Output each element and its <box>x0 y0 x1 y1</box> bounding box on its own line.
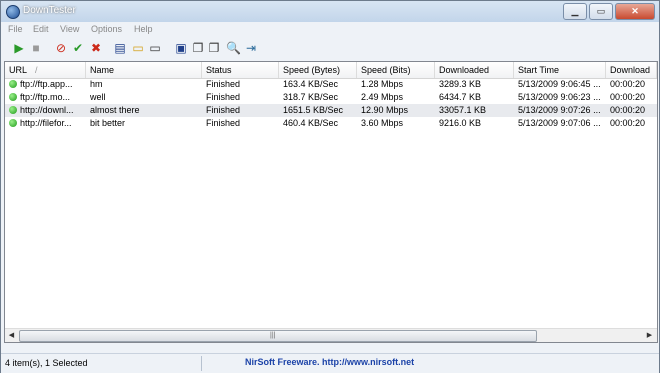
column-header-downloaded[interactable]: Downloaded <box>435 62 514 78</box>
cell-start: 5/13/2009 9:07:26 ... <box>518 105 601 115</box>
column-header-speed-bytes[interactable]: Speed (Bytes) <box>279 62 357 78</box>
menu-bar: File Edit View Options Help <box>1 22 659 38</box>
menu-file[interactable]: File <box>8 24 23 34</box>
table-row[interactable]: http://filefor... bit better Finished 460.4… <box>5 117 657 130</box>
cell-url: http://downl... <box>5 104 86 117</box>
copy-icon[interactable]: ❐ <box>191 41 205 55</box>
scroll-right-icon[interactable]: ▶ <box>643 329 656 342</box>
cell-status: Finished <box>206 92 241 102</box>
scroll-thumb[interactable]: ||| <box>19 330 537 342</box>
cell-speed-bytes: 1651.5 KB/Sec <box>283 105 344 115</box>
list-header: URL / Name Status Speed (Bytes) Speed (Bi… <box>5 62 657 79</box>
horizontal-scrollbar[interactable]: ◀ ||| ▶ <box>5 328 657 342</box>
cell-speed-bytes: 163.4 KB/Sec <box>283 79 339 89</box>
column-header-status[interactable]: Status <box>202 62 279 78</box>
url-text: http://downl... <box>20 105 74 115</box>
cell-downloaded: 6434.7 KB <box>439 92 482 102</box>
downloads-list[interactable]: URL / Name Status Speed (Bytes) Speed (Bi… <box>4 61 658 343</box>
folder-icon[interactable]: ▭ <box>131 41 145 55</box>
cell-status: Finished <box>206 79 241 89</box>
cell-downloaded: 3289.3 KB <box>439 79 482 89</box>
menu-options[interactable]: Options <box>91 24 122 34</box>
status-dot-icon <box>9 106 17 114</box>
table-row[interactable]: http://downl... almost there Finished 1651.… <box>5 104 657 117</box>
column-header-download[interactable]: Download <box>606 62 657 78</box>
app-window: DownTester ▁ ▭ ✕ File Edit View Options … <box>0 0 660 373</box>
menu-view[interactable]: View <box>60 24 79 34</box>
cell-start: 5/13/2009 9:07:06 ... <box>518 118 601 128</box>
title-bar[interactable]: DownTester ▁ ▭ ✕ <box>1 1 659 22</box>
maximize-button[interactable]: ▭ <box>589 3 613 20</box>
cell-speed-bits: 3.60 Mbps <box>361 118 404 128</box>
scroll-left-icon[interactable]: ◀ <box>5 329 18 342</box>
cancel-icon[interactable]: ⊘ <box>54 41 68 55</box>
column-header-speed-bits[interactable]: Speed (Bits) <box>357 62 435 78</box>
delete-icon[interactable]: ✖ <box>89 41 103 55</box>
play-icon[interactable]: ▶ <box>12 41 26 55</box>
cell-download: 00:00:20 <box>610 79 646 89</box>
properties-icon[interactable]: ▤ <box>113 41 127 55</box>
cell-name: bit better <box>90 118 126 128</box>
stop-icon[interactable]: ■ <box>29 41 43 55</box>
check-icon[interactable]: ✔ <box>71 41 85 55</box>
column-header-start-time[interactable]: Start Time <box>514 62 606 78</box>
copy-selected-icon[interactable]: ❐ <box>207 41 221 55</box>
close-button[interactable]: ✕ <box>615 3 655 20</box>
cell-name: well <box>90 92 106 102</box>
cell-download: 00:00:20 <box>610 92 646 102</box>
item-count-status: 4 item(s), 1 Selected <box>5 358 88 368</box>
cell-speed-bits: 2.49 Mbps <box>361 92 404 102</box>
cell-speed-bits: 12.90 Mbps <box>361 105 409 115</box>
table-row[interactable]: ftp://ftp.mo... well Finished 318.7 KB/Sec 2… <box>5 91 657 104</box>
cell-status: Finished <box>206 105 241 115</box>
column-header-name[interactable]: Name <box>86 62 202 78</box>
status-dot-icon <box>9 80 17 88</box>
url-text: http://filefor... <box>20 118 72 128</box>
find-icon[interactable]: 🔍 <box>226 41 241 55</box>
cell-downloaded: 9216.0 KB <box>439 118 482 128</box>
url-text: ftp://ftp.app... <box>20 79 73 89</box>
cell-start: 5/13/2009 9:06:23 ... <box>518 92 601 102</box>
status-divider <box>201 356 202 371</box>
cell-start: 5/13/2009 9:06:45 ... <box>518 79 601 89</box>
status-dot-icon <box>9 93 17 101</box>
column-header-url[interactable]: URL / <box>5 62 86 78</box>
cell-name: almost there <box>90 105 140 115</box>
nirsoft-link[interactable]: NirSoft Freeware. http://www.nirsoft.net <box>245 357 414 367</box>
status-bar: 4 item(s), 1 Selected NirSoft Freeware. … <box>1 353 659 373</box>
url-text: ftp://ftp.mo... <box>20 92 71 102</box>
cell-download: 00:00:20 <box>610 118 646 128</box>
cell-name: hm <box>90 79 103 89</box>
app-globe-icon <box>6 5 20 19</box>
menu-help[interactable]: Help <box>134 24 153 34</box>
cell-status: Finished <box>206 118 241 128</box>
cell-url: ftp://ftp.mo... <box>5 91 86 104</box>
toolbar: ▶ ■ ⊘ ✔ ✖ ▤ ▭ ▭ ▣ ❐ ❐ 🔍 ⇥ <box>1 38 659 60</box>
save-icon[interactable]: ▣ <box>174 41 188 55</box>
cell-url: http://filefor... <box>5 117 86 130</box>
status-dot-icon <box>9 119 17 127</box>
table-row[interactable]: ftp://ftp.app... hm Finished 163.4 KB/Sec 1.… <box>5 78 657 91</box>
window-title: DownTester <box>23 5 76 16</box>
cell-download: 00:00:20 <box>610 105 646 115</box>
cell-speed-bytes: 460.4 KB/Sec <box>283 118 339 128</box>
minimize-button[interactable]: ▁ <box>563 3 587 20</box>
menu-edit[interactable]: Edit <box>33 24 49 34</box>
window-icon[interactable]: ▭ <box>148 41 162 55</box>
cell-speed-bits: 1.28 Mbps <box>361 79 404 89</box>
cell-url: ftp://ftp.app... <box>5 78 86 91</box>
cell-speed-bytes: 318.7 KB/Sec <box>283 92 339 102</box>
sort-indicator-icon: / <box>35 65 38 75</box>
exit-icon[interactable]: ⇥ <box>244 41 258 55</box>
cell-downloaded: 33057.1 KB <box>439 105 487 115</box>
scroll-grip: ||| <box>270 332 276 339</box>
